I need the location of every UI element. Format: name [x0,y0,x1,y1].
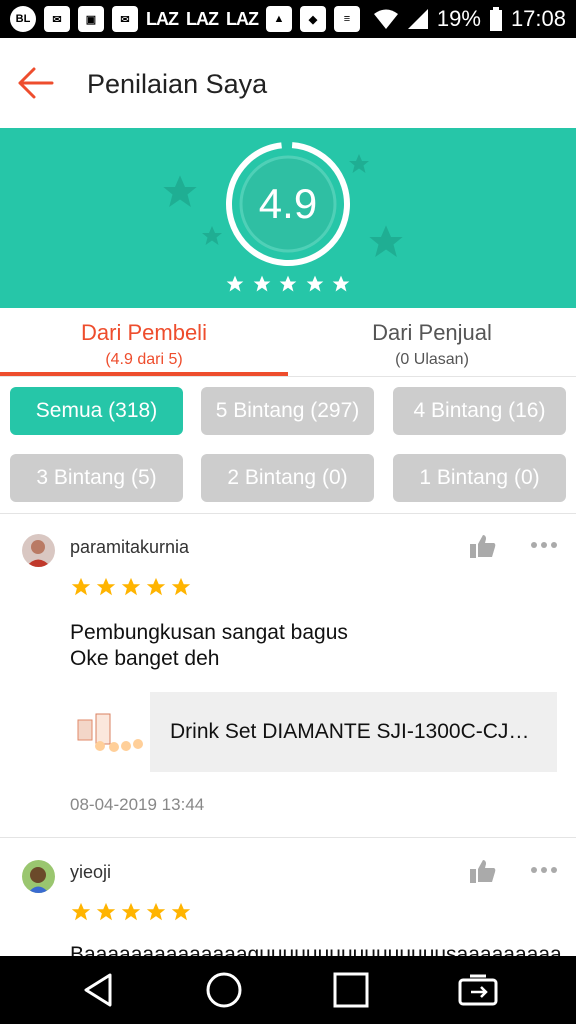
laz-notification: LAZ [146,8,179,29]
more-options-icon[interactable] [530,540,558,550]
more-options-icon[interactable] [530,865,558,875]
star-filters: Semua (318) 5 Bintang (297) 4 Bintang (1… [0,377,576,514]
page-title: Penilaian Saya [87,69,268,99]
decorative-star-icon [202,226,222,245]
star-icon [279,275,297,292]
message-icon: ≡ [334,6,360,32]
tab-label: Dari Penjual [372,320,492,345]
review-text-line: Pembungkusan sangat bagus [70,621,348,644]
reviewed-product[interactable]: Drink Set DIAMANTE SJI-1300C-CJ… [70,692,557,772]
star-icon [306,275,323,292]
wifi-icon [373,9,398,29]
filter-3-stars[interactable]: 3 Bintang (5) [10,454,183,502]
tab-sublabel: (0 Ulasan) [395,351,469,368]
battery-icon [489,7,502,31]
star-icon [226,275,244,292]
star-icon [253,275,270,292]
star-icon [146,902,166,921]
nav-home-icon[interactable] [204,970,244,1010]
review-text-line: Oke banget deh [70,647,220,670]
tab-label: Dari Pembeli [81,320,207,345]
laz-notification: LAZ [186,8,219,29]
tab-from-buyer[interactable]: Dari Pembeli (4.9 dari 5) [0,308,288,376]
status-bar: BL ✉ ▣ ✉ LAZ LAZ LAZ ▲ ◆ ≡ 19% 17:08 [0,0,576,38]
tab-indicator [0,372,288,376]
avatar[interactable] [22,860,55,893]
review-stars [70,576,192,598]
contact-icon: ▣ [78,6,104,32]
filter-all[interactable]: Semua (318) [10,387,183,435]
star-icon [146,577,166,596]
battery-percent: 19% [436,6,481,31]
review-item: paramitakurnia Pembungkusan sangat bagus… [0,514,576,837]
image-icon: ▲ [266,6,292,32]
reviewer-name: yieoji [70,862,112,882]
product-name: Drink Set DIAMANTE SJI-1300C-CJ… [170,720,530,743]
signal-icon [407,9,428,29]
system-nav-bar [0,956,576,1024]
product-name-box: Drink Set DIAMANTE SJI-1300C-CJ… [150,692,557,772]
review-text: Pembungkusan sangat bagus Oke banget deh [70,620,348,672]
thumbs-up-icon[interactable] [470,859,496,883]
product-thumbnail [70,692,150,772]
nav-recents-icon[interactable] [331,970,371,1010]
lazada-icon: ✉ [44,6,70,32]
star-icon [121,577,141,596]
filter-5-stars[interactable]: 5 Bintang (297) [201,387,374,435]
filter-2-stars[interactable]: 2 Bintang (0) [201,454,374,502]
review-stars [70,901,192,923]
app-bar: Penilaian Saya [0,38,576,129]
thumbs-up-icon[interactable] [470,534,496,558]
star-icon [171,902,191,921]
avatar[interactable] [22,534,55,567]
star-icon [96,577,116,596]
review-text-line: Baaaaaaaaaaaaaaguuuuuuuuuuuuuuuusaaaaaaa… [70,943,562,956]
review-item: yieoji Baaaaaaaaaaaaaaguuuuuuuuuuuuuuuus… [0,838,576,956]
decorative-star-icon [369,225,403,257]
screen-rotate-icon[interactable] [458,970,498,1010]
review-date: 08-04-2019 13:44 [70,795,205,814]
star-icon [71,902,91,921]
filter-4-stars[interactable]: 4 Bintang (16) [393,387,566,435]
rating-stars [225,274,351,294]
tab-from-seller[interactable]: Dari Penjual (0 Ulasan) [288,308,576,376]
review-tabs: Dari Pembeli (4.9 dari 5) Dari Penjual (… [0,308,576,377]
laz-notification: LAZ [226,8,259,29]
tab-sublabel: (4.9 dari 5) [105,351,183,368]
decorative-star-icon [163,175,197,207]
filter-1-star[interactable]: 1 Bintang (0) [393,454,566,502]
reviewer-name: paramitakurnia [70,537,190,557]
star-icon [171,577,191,596]
star-icon [96,902,116,921]
bl-icon: BL [10,6,36,32]
review-text: Baaaaaaaaaaaaaaguuuuuuuuuuuuuuuusaaaaaaa… [70,942,562,956]
star-icon [71,577,91,596]
star-icon [121,902,141,921]
nav-back-icon[interactable] [78,970,118,1010]
clock: 17:08 [510,6,566,31]
rating-score: 4.9 [258,180,318,227]
app-icon: ◆ [300,6,326,32]
star-icon [332,275,350,292]
back-arrow-icon[interactable] [16,66,56,100]
lazada-icon: ✉ [112,6,138,32]
